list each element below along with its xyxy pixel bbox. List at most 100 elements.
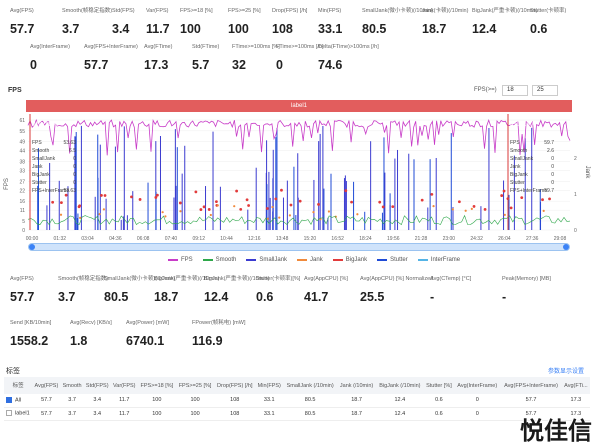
top-stat-value: 108 [272, 22, 293, 36]
table-header-cell[interactable]: Stutter [%] [423, 377, 455, 394]
timeline-scrollbar[interactable] [28, 243, 570, 251]
bigjank-point [381, 205, 385, 209]
legend-item[interactable]: BigJank [332, 255, 367, 265]
table-header-cell[interactable]: Avg(FPS+InterFrame) [500, 377, 562, 394]
legend-item[interactable]: Smooth [202, 255, 236, 265]
table-header-cell[interactable]: FPS>=18 [%] [137, 377, 176, 394]
top-stat-value: 57.7 [84, 58, 109, 72]
bottom-stat-label: Avg(AppCPU) [%] [304, 276, 348, 282]
label-bar[interactable]: label1 [26, 100, 572, 112]
table-header-cell[interactable]: Var(FPS) [110, 377, 138, 394]
bigjank-point [130, 195, 133, 199]
table-header-cell[interactable]: Std(FPS) [83, 377, 111, 394]
tooltip-left-value: 0 [73, 164, 76, 170]
jank-point [209, 213, 212, 217]
legend-item[interactable]: InterFrame [417, 255, 461, 265]
fps-threshold-b-input[interactable]: 25 [532, 85, 558, 96]
bottom-stat-label: Smooth(帧稳定指数) [58, 276, 109, 282]
fps-threshold-a-input[interactable]: 18 [502, 85, 528, 96]
table-header-cell[interactable]: Avg(FTi... [561, 377, 590, 394]
table-cell: 57.7 [500, 394, 562, 408]
bigjank-point [457, 200, 461, 204]
bigjank-point [344, 189, 348, 193]
label-section-title: 标签 [6, 368, 20, 375]
x-tick-label: 19:56 [387, 236, 400, 242]
fps-range-label: FPS(>=) [474, 87, 497, 93]
tooltip-right-label: FPS+InterFrame [510, 188, 547, 194]
bottom-stat-label: Avg(FPS) [10, 276, 34, 282]
top-stat-label: FPS>=25 [%] [228, 8, 261, 14]
row-checkbox[interactable] [6, 410, 12, 417]
table-row[interactable]: All 57.7 3.7 3.4 11.7 100 100 108 33.1 80.5 18.7 12… [4, 394, 590, 408]
tooltip-left-value: 0 [73, 172, 76, 178]
tooltip-right-label: Stutter [510, 180, 525, 186]
jank-point [266, 217, 269, 220]
table-row[interactable]: label1 57.7 3.7 3.4 11.7 100 100 108 33.1 80.5 18.… [4, 407, 590, 421]
tooltip-right-label: Smooth [510, 148, 527, 154]
legend-item[interactable]: Jank [297, 255, 323, 265]
jank-point [271, 205, 274, 209]
table-row-name[interactable]: All [4, 394, 33, 408]
table-header-cell[interactable]: FPS>=25 [%] [175, 377, 215, 394]
bigjank-point [51, 200, 55, 204]
table-header-cell[interactable]: BigJank (/10min) [376, 377, 424, 394]
top-stat-value: 80.5 [362, 22, 387, 36]
table-header-cell[interactable]: SmallJank (/10min) [283, 377, 338, 394]
table-cell: 18.7 [337, 394, 377, 408]
table-header-cell[interactable]: Drop(FPS) [/h] [214, 377, 256, 394]
jank-point [470, 207, 473, 210]
table-header-cell[interactable]: Avg(FPS) [32, 377, 61, 394]
legend-label: InterFrame [430, 257, 461, 263]
parameter-settings-link[interactable]: 参数显示设置 [548, 366, 584, 375]
table-row-name[interactable]: label1 [4, 407, 33, 421]
fps-chart[interactable]: 0 5 11 16 22 27 33 38 44 49 55 61 0 1 2 FPS Jank 00:00 01:… [0, 112, 594, 252]
bottom-stat-value: - [430, 290, 435, 304]
legend-item[interactable]: SmallJank [246, 255, 287, 265]
jank-point [503, 213, 506, 216]
scroll-handle-right[interactable] [563, 244, 569, 250]
tooltip-left-label: SmallJank [32, 156, 56, 162]
x-tick-label: 13:48 [276, 236, 289, 242]
jank-point [233, 205, 236, 208]
legend-item[interactable]: Stutter [377, 255, 408, 265]
legend-item[interactable]: FPS [168, 255, 193, 265]
jank-point [288, 214, 292, 217]
bigjank-point [100, 194, 103, 197]
top-stat-label: Avg(FTime) [144, 44, 173, 50]
tooltip-right-value: 0 [551, 172, 554, 178]
bigjank-point [378, 200, 382, 204]
top-stat-value: 3.7 [62, 22, 80, 36]
table-cell: 3.7 [60, 407, 84, 421]
top-stat-value: 12.4 [472, 22, 497, 36]
bigjank-point [483, 208, 487, 211]
row-checkbox[interactable] [6, 397, 12, 404]
tooltip-right-label: BigJank [510, 172, 528, 178]
top-stat-value: 33.1 [318, 22, 343, 36]
bigjank-point [194, 190, 198, 194]
table-header-cell[interactable]: Avg(InterFrame) [454, 377, 501, 394]
top-stat-label: FTime>=100ms [%] [232, 44, 280, 50]
table-cell: 3.4 [83, 394, 111, 408]
y-tick-label: 11 [20, 208, 25, 214]
bottom-stat-value: - [502, 290, 507, 304]
bottom-stat-label: Avg(Recv) [KB/s] [70, 320, 112, 326]
tooltip-left-value: 53.63 [63, 140, 76, 146]
top-stat-label: BigJank(严重卡顿)(/10min) [472, 8, 538, 14]
jank-point [542, 209, 545, 212]
top-stat-label: FTime>=100ms [/h] [276, 44, 324, 50]
bigjank-point [178, 201, 182, 205]
tooltip-right-value: 0 [551, 180, 554, 186]
x-tick-label: 18:24 [359, 236, 372, 242]
table-header-cell[interactable]: Min(FPS) [255, 377, 284, 394]
bigjank-point [235, 189, 239, 193]
scroll-handle-left[interactable] [29, 244, 35, 250]
y-tick-label: 16 [19, 199, 25, 205]
table-header-row: 标签 Avg(FPS) Smooth Std(FPS) Var(FPS) FPS>=18 … [4, 377, 590, 394]
bottom-stat-value: 3.7 [58, 290, 76, 304]
tooltip-left-label: Jank [32, 164, 43, 170]
table-header-cell[interactable]: Smooth [60, 377, 84, 394]
table-header-cell[interactable]: 标签 [4, 377, 33, 394]
jank-point [98, 213, 101, 216]
table-header-cell[interactable]: Jank (/10min) [337, 377, 377, 394]
bigjank-point [60, 201, 63, 205]
